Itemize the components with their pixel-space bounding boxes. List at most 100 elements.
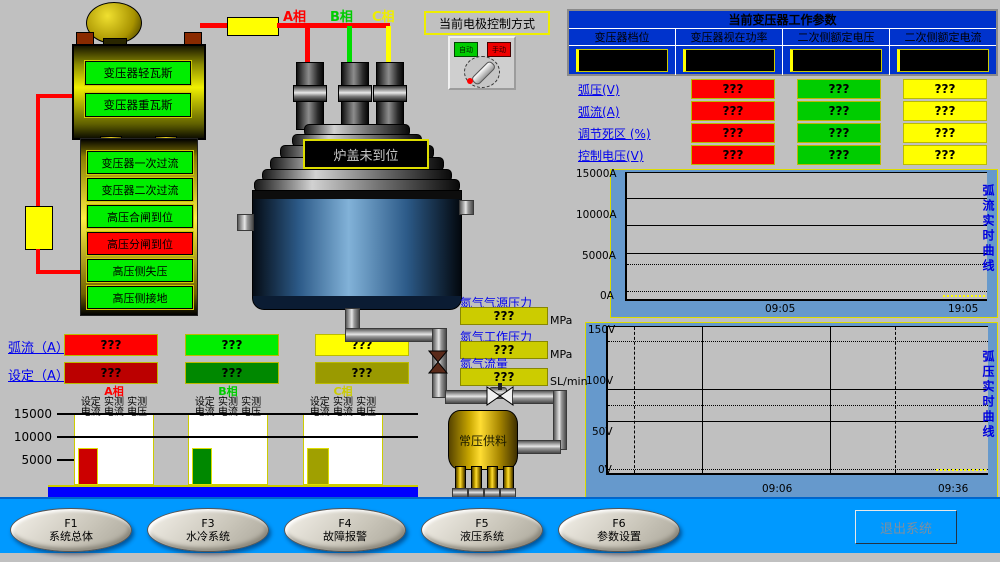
button-label: 液压系统 xyxy=(460,530,504,543)
furnace-lid-status: 炉盖未到位 xyxy=(303,139,429,169)
phase-b-label: B相 xyxy=(330,6,353,25)
y-tick: 5000A xyxy=(582,250,616,262)
hv-fuse-symbol xyxy=(25,206,53,250)
param-value-red: ??? xyxy=(691,145,775,165)
hv-wire xyxy=(36,94,76,98)
transformer-heavy-gas-indicator: 变压器重瓦斯 xyxy=(84,92,192,118)
exit-system-button[interactable]: 退出系统 xyxy=(855,510,957,544)
y-tick: 10000A xyxy=(576,209,617,221)
setpoint-a-value: ??? xyxy=(64,362,158,384)
knob-handle xyxy=(470,60,496,86)
phase-b-wire xyxy=(347,26,352,64)
status-transformer-secondary-overcurrent: 变压器二次过流 xyxy=(86,177,194,202)
gridline xyxy=(608,389,988,390)
gridline xyxy=(895,327,896,473)
bar-chart-baseline xyxy=(48,485,418,497)
nav-button-f5-hydraulic-system[interactable]: F5 液压系统 xyxy=(421,508,543,552)
x-tick: 09:36 xyxy=(938,483,968,495)
status-hv-side-voltage-loss: 高压侧失压 xyxy=(86,258,194,283)
gas-flow-unit: SL/min xyxy=(550,375,588,388)
gridline xyxy=(830,327,831,473)
secondary-rated-voltage-value xyxy=(790,49,882,72)
bar-y-tick: 5000 xyxy=(10,453,52,467)
arc-current-trend-title: 弧流实时曲线 xyxy=(981,184,995,312)
indicator-label: 变压器轻瓦斯 xyxy=(104,65,173,81)
secondary-rated-current-value xyxy=(897,49,989,72)
param-value-yellow: ??? xyxy=(903,145,987,165)
feed-vessel: 常压供料 xyxy=(448,410,518,470)
furnace-body xyxy=(252,190,462,310)
status-label: 高压分闸到位 xyxy=(107,236,173,252)
furnace-body-top-band xyxy=(253,191,461,199)
table-header-cell: 二次侧额定电压 xyxy=(783,29,890,46)
hv-wire xyxy=(36,94,40,206)
status-transformer-primary-overcurrent: 变压器一次过流 xyxy=(86,150,194,175)
table-header-row: 变压器档位 变压器视在功率 二次侧额定电压 二次侧额定电流 xyxy=(569,29,996,46)
table-value-cell xyxy=(676,46,783,75)
param-value-yellow: ??? xyxy=(903,79,987,99)
param-value-red: ??? xyxy=(691,123,775,143)
transformer-light-gas-indicator: 变压器轻瓦斯 xyxy=(84,60,192,86)
status-label: 变压器一次过流 xyxy=(102,155,179,171)
fkey-label: F4 xyxy=(338,517,351,530)
header-text: 变压器视在功率 xyxy=(691,29,768,45)
nav-button-f6-parameter-settings[interactable]: F6 参数设置 xyxy=(558,508,680,552)
param-value-red: ??? xyxy=(691,79,775,99)
bar-y-tick: 10000 xyxy=(10,430,52,444)
setpoint-row-label: 设定（A） xyxy=(8,365,69,384)
status-hv-side-ground: 高压侧接地 xyxy=(86,285,194,310)
nav-button-f1-system-overview[interactable]: F1 系统总体 xyxy=(10,508,132,552)
arc-voltage-param-label: 弧压(V) xyxy=(578,81,620,98)
gas-working-pressure-unit: MPa xyxy=(550,348,572,361)
gridline xyxy=(608,405,988,406)
param-value-green: ??? xyxy=(797,79,881,99)
control-mode-title: 当前电极控制方式 xyxy=(424,11,550,35)
arc-voltage-trend-title: 弧压实时曲线 xyxy=(981,350,995,478)
electrode-clamp xyxy=(338,85,372,102)
gridline xyxy=(634,327,635,473)
trend-cursor xyxy=(943,295,985,297)
knob-position-dot xyxy=(467,78,473,84)
gridline xyxy=(608,341,988,342)
setpoint-b-value: ??? xyxy=(185,362,279,384)
status-label: 高压侧接地 xyxy=(113,290,168,306)
pipe-segment xyxy=(514,440,561,454)
bar-gridline-10000 xyxy=(57,436,418,438)
phase-b-set-current-bar xyxy=(192,448,212,485)
header-text: 二次侧额定电流 xyxy=(905,29,982,45)
x-tick: 19:05 xyxy=(948,303,978,315)
nav-button-f4-fault-alarm[interactable]: F4 故障报警 xyxy=(284,508,406,552)
auto-mode-button[interactable]: 自动 xyxy=(454,42,478,57)
exit-label: 退出系统 xyxy=(880,518,932,537)
manual-mode-button[interactable]: 手动 xyxy=(487,42,511,57)
fkey-label: F1 xyxy=(64,517,77,530)
bar-tick-5000 xyxy=(57,459,74,461)
electrode-a xyxy=(296,62,324,130)
arc-current-row-label: 弧流（A） xyxy=(8,337,69,356)
table-title: 当前变压器工作参数 xyxy=(569,11,996,29)
phase-a-label: A相 xyxy=(283,6,306,25)
gridline xyxy=(627,291,987,292)
arc-current-plot xyxy=(625,172,987,301)
tap-position-value xyxy=(576,49,668,72)
group-header: 电流 电流 电压 xyxy=(184,403,272,418)
fkey-label: F6 xyxy=(612,517,625,530)
mode-selector-knob[interactable] xyxy=(464,56,500,88)
indicator-label: 变压器重瓦斯 xyxy=(104,97,173,113)
phase-a-wire xyxy=(305,26,310,64)
table-value-cell xyxy=(890,46,996,75)
y-tick: 100V xyxy=(586,375,613,387)
group-header: 电流 电流 电压 xyxy=(299,403,387,418)
bottom-nav-bar: F1 系统总体 F3 水冷系统 F4 故障报警 F5 液压系统 F6 参数设置 … xyxy=(0,497,1000,553)
x-tick: 09:05 xyxy=(765,303,795,315)
electrode-c xyxy=(376,62,404,130)
table-header-cell: 二次侧额定电流 xyxy=(890,29,996,46)
feed-valve-icon[interactable] xyxy=(486,383,514,411)
manual-valve-icon[interactable] xyxy=(426,350,450,378)
bus-fuse xyxy=(227,17,279,36)
apparent-power-value xyxy=(683,49,775,72)
arc-current-b-value: ??? xyxy=(185,334,279,356)
nav-button-f3-water-cooling[interactable]: F3 水冷系统 xyxy=(147,508,269,552)
param-value-yellow: ??? xyxy=(903,123,987,143)
header-text: 变压器档位 xyxy=(595,29,650,45)
